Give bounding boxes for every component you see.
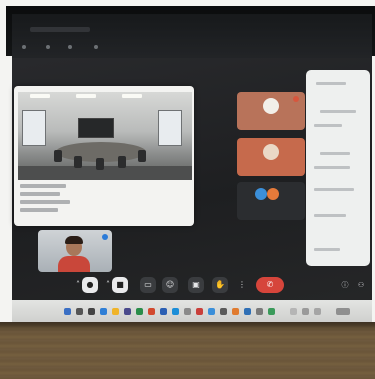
more-options-button[interactable]: ⋮ — [234, 277, 250, 293]
topbar-item-2[interactable] — [46, 44, 52, 50]
self-view-tile[interactable] — [38, 230, 112, 272]
shared-caption-text — [20, 184, 70, 216]
meeting-title-blur — [30, 27, 90, 32]
topbar-item-1[interactable] — [22, 44, 28, 50]
emoji-button[interactable]: ☺ — [162, 277, 178, 293]
folder-icon[interactable] — [112, 308, 119, 315]
meeting-top-bar — [12, 14, 372, 58]
topbar-item-4[interactable] — [94, 44, 100, 50]
room-window — [22, 110, 46, 146]
app-icon[interactable] — [232, 308, 239, 315]
chair — [96, 158, 104, 170]
avatar — [263, 98, 279, 114]
mic-muted-icon — [293, 96, 299, 102]
pin-icon[interactable] — [102, 234, 108, 240]
taskview-icon[interactable] — [88, 308, 95, 315]
room-tv — [78, 118, 114, 138]
people-icon[interactable]: ⚇ — [356, 280, 366, 290]
clock-icon[interactable] — [336, 308, 350, 315]
app-icon[interactable] — [208, 308, 215, 315]
info-icon — [22, 44, 26, 49]
powerpoint-icon[interactable] — [148, 308, 155, 315]
side-panel[interactable] — [306, 70, 370, 266]
room-floor — [18, 166, 192, 180]
edge-icon[interactable] — [100, 308, 107, 315]
camera-button[interactable]: ■ — [112, 277, 128, 293]
self-body — [58, 256, 90, 272]
people-icon — [46, 44, 50, 49]
captions-button[interactable]: ▭ — [140, 277, 156, 293]
tray-icon[interactable] — [302, 308, 309, 315]
word-icon[interactable] — [160, 308, 167, 315]
app-icon[interactable] — [268, 308, 275, 315]
chair — [54, 150, 62, 162]
activity-icon — [94, 44, 98, 49]
raise-hand-button[interactable]: ✋ — [212, 277, 228, 293]
start-icon[interactable] — [64, 308, 71, 315]
chair — [118, 156, 126, 168]
mic-button[interactable]: ● — [82, 277, 98, 293]
outlook-icon[interactable] — [172, 308, 179, 315]
app-icon[interactable] — [220, 308, 227, 315]
tray-icon[interactable] — [290, 308, 297, 315]
teams-icon[interactable] — [124, 308, 131, 315]
avatar — [267, 188, 279, 200]
tray-icon[interactable] — [314, 308, 321, 315]
present-button[interactable]: ▣ — [188, 277, 204, 293]
topbar-item-3[interactable] — [68, 44, 74, 50]
search-icon[interactable] — [76, 308, 83, 315]
avatar — [255, 188, 267, 200]
self-hair — [65, 236, 83, 244]
chair — [74, 156, 82, 168]
ceiling-light — [30, 94, 50, 98]
chat-icon — [68, 44, 72, 49]
ceiling-light — [76, 94, 96, 98]
participant-tile-2[interactable] — [237, 138, 305, 176]
app-icon[interactable] — [244, 308, 251, 315]
desk-shadow — [0, 322, 375, 332]
ceiling-light — [122, 94, 142, 98]
app-icon[interactable] — [196, 308, 203, 315]
shared-content-tile[interactable] — [14, 86, 194, 226]
avatar — [263, 144, 279, 160]
end-call-button[interactable]: ✆ — [256, 277, 284, 293]
excel-icon[interactable] — [136, 308, 143, 315]
participant-tile-1[interactable] — [237, 92, 305, 130]
room-window — [158, 110, 182, 146]
chair — [138, 150, 146, 162]
info-icon[interactable]: ⓘ — [340, 280, 350, 290]
app-icon[interactable] — [184, 308, 191, 315]
participant-tile-3[interactable] — [237, 182, 305, 220]
app-icon[interactable] — [256, 308, 263, 315]
conference-room-video — [18, 92, 192, 180]
